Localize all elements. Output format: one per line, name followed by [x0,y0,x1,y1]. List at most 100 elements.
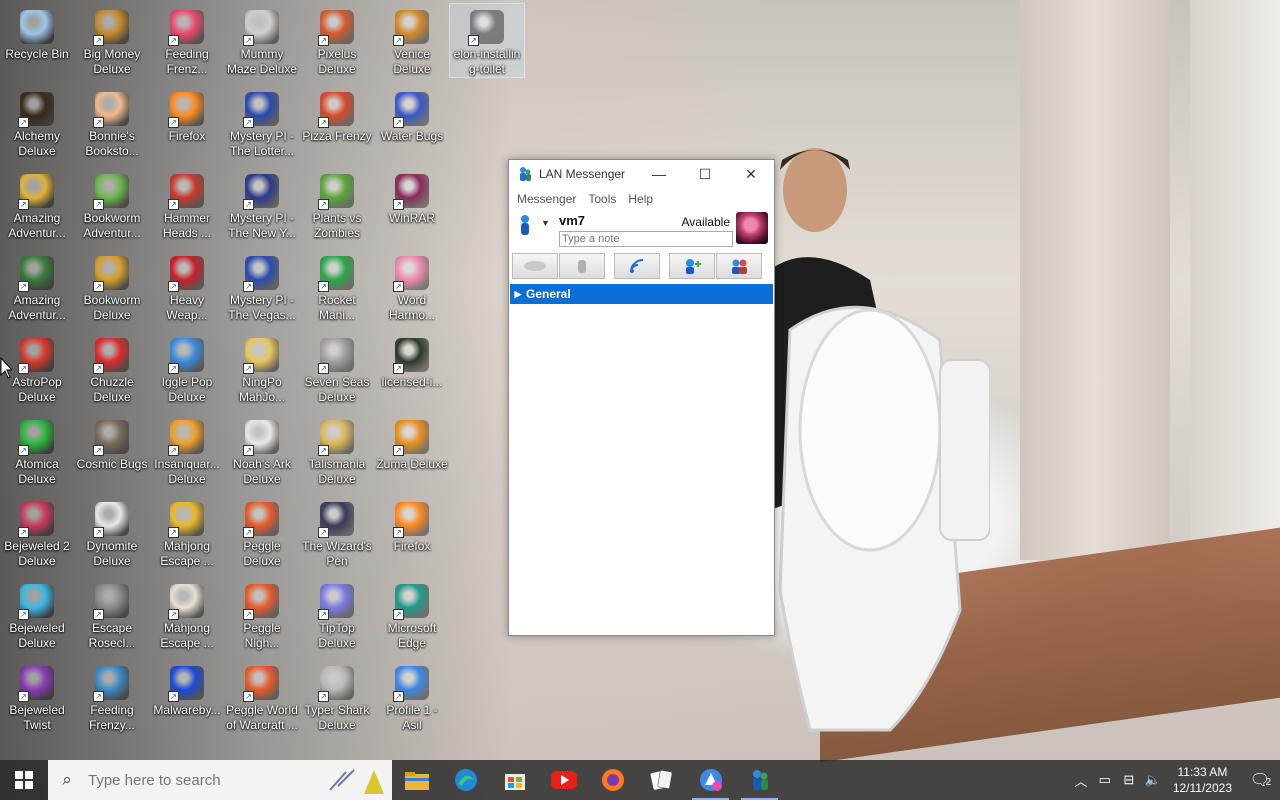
notifications-button[interactable]: 🗨 2 [1240,770,1280,790]
tablet-icon[interactable]: ▭ [1093,772,1117,788]
taskbar-solitaire[interactable] [637,760,686,800]
desktop-icon[interactable]: ↗ Bejeweled Twist [0,660,74,733]
desktop-icon[interactable]: ↗ TipTop Deluxe [300,578,374,651]
desktop-icon[interactable]: ↗ WinRAR [375,168,449,226]
desktop-icon[interactable]: ↗ Iggle Pop Deluxe [150,332,224,405]
desktop-icon[interactable]: Recycle Bin [0,4,74,62]
taskbar-firefox[interactable] [588,760,637,800]
shortcut-arrow-icon: ↗ [18,281,29,292]
desktop-icon[interactable]: ↗ Mummy Maze Deluxe [225,4,299,77]
desktop-icon[interactable]: ↗ Profile 1 - Asil [375,660,449,733]
broadcast-button[interactable] [614,253,660,279]
desktop-icon[interactable]: ↗ Mahjong Escape ... [150,496,224,569]
desktop-icon[interactable]: ↗ Venice Deluxe [375,4,449,77]
desktop-app-icon: ↗ [393,584,429,620]
desktop-icon[interactable]: ↗ licensed-i... [375,332,449,390]
taskbar-file-explorer[interactable] [392,760,441,800]
desktop-icon[interactable]: ↗ Mystery PI - The Vegas... [225,250,299,323]
desktop-icon[interactable]: ↗ Microsoft Edge [375,578,449,651]
maximize-button[interactable]: ☐ [682,160,728,188]
avatar[interactable] [736,212,768,244]
show-hidden-icons-chevron-up-icon[interactable]: ︿ [1069,771,1093,790]
contact-group-general[interactable]: ▶ General [510,284,773,304]
taskbar-youtube[interactable] [539,760,588,800]
desktop-icon[interactable]: ↗ Malwareby... [150,660,224,718]
desktop-icon[interactable]: ↗ elon-installin g-toilet [449,3,525,78]
note-input[interactable] [559,231,733,247]
desktop-icon[interactable]: ↗ NingPo MahJo... [225,332,299,405]
desktop-icon[interactable]: ↗ Amazing Adventur... [0,168,74,241]
desktop-icon[interactable]: ↗ Mahjong Escape ... [150,578,224,651]
file-transfer-button[interactable] [559,253,605,279]
desktop-icon-label: TipTop Deluxe [318,621,356,650]
taskbar-profile-app[interactable] [686,760,735,800]
desktop-icon[interactable]: ↗ Hammer Heads ... [150,168,224,241]
shortcut-arrow-icon: ↗ [93,691,104,702]
desktop-icon[interactable]: ↗ Firefox [150,86,224,144]
clock[interactable]: 11:33 AM 12/11/2023 [1165,764,1240,796]
status-dropdown-chevron-icon[interactable]: ▼ [541,218,550,228]
desktop-icon[interactable]: ↗ Word Harmo... [375,250,449,323]
desktop-icon[interactable]: ↗ Heavy Weap... [150,250,224,323]
add-contact-button[interactable] [669,253,715,279]
desktop-icon[interactable]: ↗ Peggle Deluxe [225,496,299,569]
close-button[interactable]: ✕ [728,160,774,188]
desktop-icon[interactable]: ↗ Mystery PI - The New Y... [225,168,299,241]
desktop-icon[interactable]: ↗ Cosmic Bugs [75,414,149,472]
menu-help[interactable]: Help [624,192,661,206]
search-input[interactable] [86,770,310,790]
desktop-icon[interactable]: ↗ Bejeweled Deluxe [0,578,74,651]
desktop-icon[interactable]: ↗ Escape Rosecl... [75,578,149,651]
desktop-icon[interactable]: ↗ Big Money Deluxe [75,4,149,77]
desktop-app-icon: ↗ [168,92,204,128]
desktop-icon-label: Insaniquar... Deluxe [154,457,220,486]
desktop-icon[interactable]: ↗ Noah's Ark Deluxe [225,414,299,487]
users-icon [732,259,747,274]
desktop-icon[interactable]: ↗ Firefox [375,496,449,554]
desktop-icon[interactable]: ↗ Bookworm Adventur... [75,168,149,241]
desktop-icon[interactable]: ↗ Alchemy Deluxe [0,86,74,159]
taskbar-search-box[interactable]: ⌕ [48,760,392,800]
toolbar [509,252,774,280]
desktop-icon[interactable]: ↗ Plants vs Zombies [300,168,374,241]
desktop-icon[interactable]: ↗ Bonnie's Booksto... [75,86,149,159]
menu-tools[interactable]: Tools [584,192,624,206]
desktop-icon[interactable]: ↗ Bejeweled 2 Deluxe [0,496,74,569]
desktop-icon[interactable]: ↗ Peggle World of Warcraft ... [225,660,299,733]
desktop-icon[interactable]: ↗ Peggle Nigh... [225,578,299,651]
desktop-icon[interactable]: ↗ Insaniquar... Deluxe [150,414,224,487]
desktop-icon[interactable]: ↗ Bookworm Deluxe [75,250,149,323]
manage-contacts-button[interactable] [716,253,762,279]
desktop-icon[interactable]: ↗ Zuma Deluxe [375,414,449,472]
desktop-icon[interactable]: ↗ Feeding Frenzy... [75,660,149,733]
desktop-icon[interactable]: ↗ Seven Seas Deluxe [300,332,374,405]
desktop-icon[interactable]: ↗ Pizza Frenzy [300,86,374,144]
desktop-icon[interactable]: ↗ Rocket Mani... [300,250,374,323]
volume-muted-icon[interactable]: 🔈 [1141,772,1165,788]
desktop-icon[interactable]: ↗ Talismania Deluxe [300,414,374,487]
cards-icon [650,770,672,790]
status-user-icon[interactable] [517,214,533,236]
taskbar-lan-messenger[interactable] [735,760,784,800]
menu-messenger[interactable]: Messenger [513,192,584,206]
desktop-icon[interactable]: ↗ Pixelus Deluxe [300,4,374,77]
desktop-icon[interactable]: ↗ Typer Shark Deluxe [300,660,374,733]
title-bar[interactable]: LAN Messenger — ☐ ✕ [509,160,774,188]
taskbar-store[interactable] [490,760,539,800]
desktop-icon[interactable]: ↗ Mystery PI - The Lotter... [225,86,299,159]
desktop-icon-label: Venice Deluxe [393,47,431,76]
desktop-icon[interactable]: ↗ Feeding Frenz... [150,4,224,77]
desktop-icon[interactable]: ↗ The Wizard's Pen [300,496,374,569]
minimize-button[interactable]: — [636,160,682,188]
desktop-icon[interactable]: ↗ Water Bugs [375,86,449,144]
desktop-icon[interactable]: ↗ Atomica Deluxe [0,414,74,487]
lan-messenger-window[interactable]: LAN Messenger — ☐ ✕ Messenger Tools Help… [508,159,775,636]
desktop-icon[interactable]: ↗ Chuzzle Deluxe [75,332,149,405]
network-icon[interactable]: ⊟ [1117,772,1141,788]
taskbar-edge[interactable] [441,760,490,800]
desktop-icon[interactable]: ↗ Amazing Adventur... [0,250,74,323]
desktop-icon[interactable]: ↗ Dynomite Deluxe [75,496,149,569]
start-button[interactable] [0,760,48,800]
chat-room-button[interactable] [512,253,558,279]
shortcut-arrow-icon: ↗ [318,527,329,538]
